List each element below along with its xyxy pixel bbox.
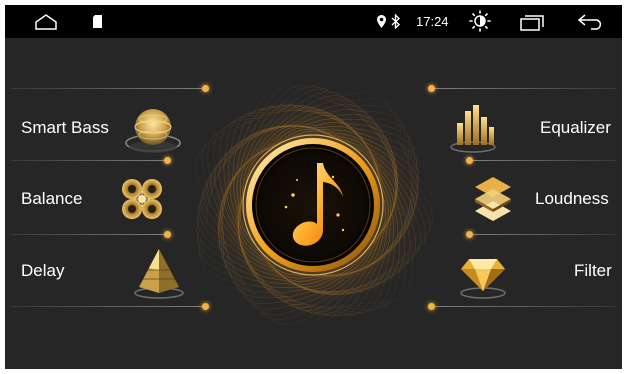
menu-item-label: Delay [21,261,65,280]
filter-gem-icon [453,243,513,303]
divider [431,88,617,89]
divider [471,160,617,161]
status-bar: 17:24 [5,5,622,38]
divider [471,234,617,235]
divider-dot [428,303,435,310]
home-icon[interactable] [33,12,59,32]
divider [10,306,206,307]
back-icon[interactable] [576,13,606,31]
divider-dot [466,157,473,164]
menu-item-label: Equalizer [540,118,611,137]
status-time: 17:24 [416,14,449,29]
divider-dot [428,85,435,92]
menu-item-label: Filter [574,261,612,280]
delay-pyramid-icon [129,243,189,303]
app-window: 17:24 Smart Bass Balance Delay Equalizer… [5,5,622,369]
brightness-icon[interactable] [468,9,492,33]
sd-card-icon [92,14,102,28]
location-pin-icon [376,14,386,28]
divider-dot [164,231,171,238]
bluetooth-icon [390,13,402,29]
divider [10,160,168,161]
divider [10,88,206,89]
balance-icon [112,169,172,229]
divider [10,234,168,235]
music-orb[interactable] [191,82,441,333]
divider-dot [466,231,473,238]
menu-item-label: Loudness [535,189,609,208]
recent-apps-icon[interactable] [519,13,545,31]
menu-item-label: Smart Bass [21,118,109,137]
loudness-icon [463,169,523,229]
smart-bass-icon [123,97,183,157]
divider [431,306,617,307]
menu-item-label: Balance [21,189,83,208]
equalizer-icon [443,97,503,157]
divider-dot [164,157,171,164]
